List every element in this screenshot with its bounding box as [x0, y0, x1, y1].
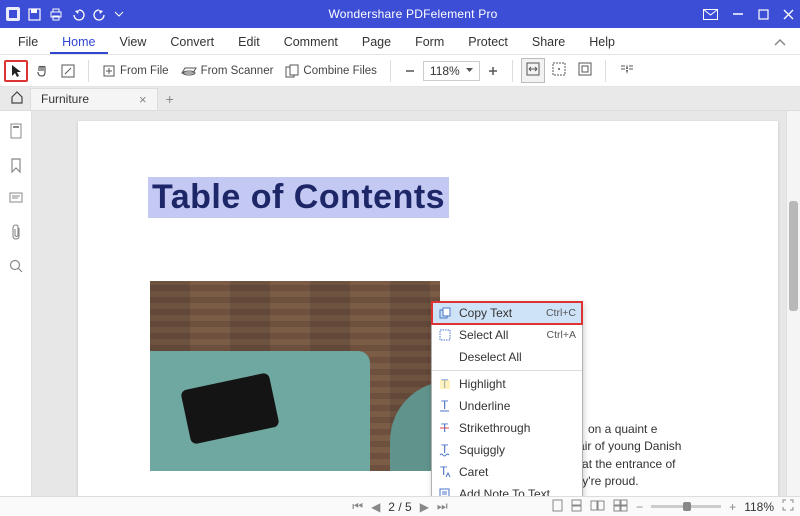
ctx-select-all[interactable]: Select AllCtrl+A	[432, 324, 582, 346]
ctx-underline[interactable]: TUnderline	[432, 395, 582, 417]
print-icon[interactable]	[49, 8, 63, 21]
from-file-button[interactable]: From File	[97, 61, 174, 81]
ctx-deselect-all[interactable]: Deselect All	[432, 346, 582, 368]
scrollbar-thumb[interactable]	[789, 201, 798, 311]
app-logo-icon	[6, 7, 20, 21]
fullscreen-icon[interactable]	[782, 499, 794, 514]
workspace: Table of Contents on a quaint e summer o…	[0, 111, 800, 496]
edit-tool-button[interactable]	[56, 61, 80, 81]
status-zoom-in[interactable]: +	[729, 500, 736, 514]
zoom-out-button[interactable]	[399, 62, 421, 80]
bookmark-icon[interactable]	[8, 156, 24, 178]
svg-text:T: T	[441, 398, 449, 412]
menu-share[interactable]: Share	[520, 30, 577, 54]
search-panel-icon[interactable]	[7, 257, 25, 278]
strikethrough-icon: T	[438, 422, 452, 434]
combine-files-button[interactable]: Combine Files	[280, 61, 382, 81]
menu-comment[interactable]: Comment	[272, 30, 350, 54]
ctx-copy-text[interactable]: Copy TextCtrl+C	[432, 302, 582, 324]
close-button[interactable]	[783, 9, 794, 20]
page-indicator[interactable]: 2 / 5	[388, 500, 411, 514]
squiggly-icon: T	[438, 444, 452, 456]
menu-page[interactable]: Page	[350, 30, 403, 54]
fit-page-button[interactable]	[547, 58, 571, 83]
hand-tool-button[interactable]	[30, 61, 54, 81]
menu-help[interactable]: Help	[577, 30, 627, 54]
note-icon	[438, 488, 452, 496]
canvas[interactable]: Table of Contents on a quaint e summer o…	[32, 111, 786, 496]
fit-width-button[interactable]	[521, 58, 545, 83]
qat-dropdown-icon[interactable]	[115, 10, 123, 18]
ctx-strikethrough[interactable]: TStrikethrough	[432, 417, 582, 439]
tabbar: Furniture × +	[0, 87, 800, 111]
copy-icon	[438, 307, 452, 319]
statusbar: ⏮ ◀ 2 / 5 ▶ ⏭ − + 118%	[0, 496, 800, 516]
titlebar: Wondershare PDFelement Pro	[0, 0, 800, 28]
menu-form[interactable]: Form	[403, 30, 456, 54]
select-all-icon	[438, 329, 452, 341]
thumbnails-icon[interactable]	[7, 121, 25, 144]
comments-icon[interactable]	[7, 190, 25, 210]
document-tab[interactable]: Furniture ×	[30, 88, 158, 110]
tab-title: Furniture	[41, 92, 89, 106]
undo-icon[interactable]	[71, 8, 85, 20]
view-facing-icon[interactable]	[590, 500, 605, 514]
menu-edit[interactable]: Edit	[226, 30, 272, 54]
maximize-button[interactable]	[758, 9, 769, 20]
new-tab-button[interactable]: +	[158, 88, 182, 110]
from-scanner-button[interactable]: From Scanner	[176, 62, 279, 80]
quick-access-toolbar	[6, 7, 123, 21]
page-navigator: ⏮ ◀ 2 / 5 ▶ ⏭	[352, 499, 447, 514]
first-page-button[interactable]: ⏮	[352, 499, 363, 514]
vertical-scrollbar[interactable]	[786, 111, 800, 496]
actual-size-button[interactable]	[573, 58, 597, 83]
underline-icon: T	[438, 400, 452, 412]
side-toolbar	[0, 111, 32, 496]
menu-convert[interactable]: Convert	[158, 30, 226, 54]
save-icon[interactable]	[28, 8, 41, 21]
minimize-button[interactable]	[732, 8, 744, 20]
document-image	[150, 281, 440, 471]
home-tab-button[interactable]	[4, 88, 30, 110]
mail-icon[interactable]	[703, 9, 718, 20]
ctx-add-note[interactable]: Add Note To Text	[432, 483, 582, 496]
ctx-highlight[interactable]: THighlight	[432, 373, 582, 395]
status-zoom-value[interactable]: 118%	[744, 500, 774, 514]
menubar: File Home View Convert Edit Comment Page…	[0, 28, 800, 55]
read-mode-button[interactable]	[614, 59, 640, 82]
collapse-ribbon-icon[interactable]	[766, 32, 794, 54]
close-tab-icon[interactable]: ×	[139, 92, 147, 107]
context-menu: Copy TextCtrl+C Select AllCtrl+A Deselec…	[431, 301, 583, 496]
highlight-icon: T	[438, 378, 452, 390]
last-page-button[interactable]: ⏭	[437, 499, 448, 514]
select-tool-button[interactable]	[4, 60, 28, 82]
view-facing-continuous-icon[interactable]	[613, 499, 628, 515]
view-continuous-icon[interactable]	[571, 499, 582, 515]
page: Table of Contents on a quaint e summer o…	[78, 121, 778, 496]
zoom-in-button[interactable]	[482, 62, 504, 80]
view-single-icon[interactable]	[552, 499, 563, 515]
ctx-squiggly[interactable]: TSquiggly	[432, 439, 582, 461]
window-controls	[703, 8, 794, 20]
window-title: Wondershare PDFelement Pro	[123, 7, 703, 21]
ribbon: From File From Scanner Combine Files 118…	[0, 55, 800, 87]
menu-protect[interactable]: Protect	[456, 30, 520, 54]
next-page-button[interactable]: ▶	[420, 500, 429, 514]
caret-icon: T	[438, 466, 452, 478]
prev-page-button[interactable]: ◀	[371, 500, 380, 514]
status-zoom-out[interactable]: −	[636, 500, 643, 514]
selected-heading[interactable]: Table of Contents	[148, 177, 449, 218]
menu-view[interactable]: View	[108, 30, 159, 54]
zoom-slider[interactable]	[651, 505, 721, 508]
redo-icon[interactable]	[93, 8, 107, 20]
ctx-caret[interactable]: TCaret	[432, 461, 582, 483]
menu-file[interactable]: File	[6, 30, 50, 54]
zoom-value[interactable]: 118%	[423, 61, 480, 81]
menu-home[interactable]: Home	[50, 30, 107, 54]
attachment-icon[interactable]	[8, 222, 24, 245]
